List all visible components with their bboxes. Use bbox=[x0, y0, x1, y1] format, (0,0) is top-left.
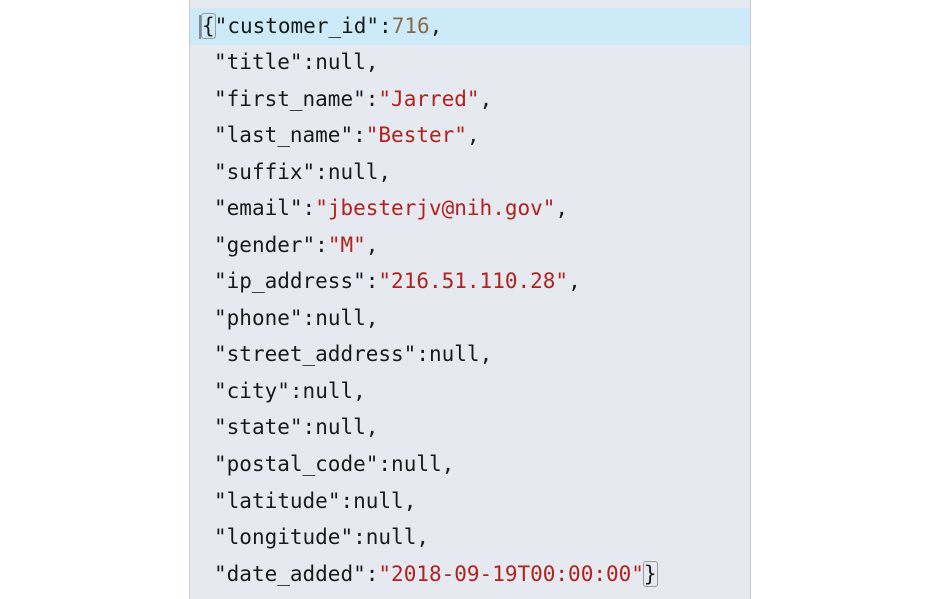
code-line[interactable]: "gender":"M", bbox=[190, 227, 750, 264]
code-line[interactable]: {"customer_id":716, bbox=[190, 8, 750, 45]
code-line[interactable]: "email":"jbesterjv@nih.gov", bbox=[190, 190, 750, 227]
json-key: "street_address" bbox=[214, 342, 417, 366]
code-line[interactable]: "state":null, bbox=[190, 409, 750, 446]
json-key: "city" bbox=[214, 379, 290, 403]
json-key: "email" bbox=[214, 196, 303, 220]
json-key: "first_name" bbox=[214, 87, 366, 111]
json-value: null bbox=[302, 379, 354, 403]
open-brace: { bbox=[201, 13, 216, 39]
json-key: "customer_id" bbox=[214, 14, 380, 38]
json-key: "suffix" bbox=[214, 160, 316, 184]
json-value: null bbox=[353, 489, 404, 513]
json-key: "date_added" bbox=[214, 562, 366, 586]
code-line[interactable]: "suffix":null, bbox=[190, 154, 750, 191]
code-line[interactable]: "date_added":"2018-09-19T00:00:00"} bbox=[190, 556, 750, 593]
json-editor[interactable]: {"customer_id":716, "title":null, "first… bbox=[189, 0, 751, 599]
code-line[interactable]: "city":null, bbox=[190, 373, 750, 410]
json-value: 716 bbox=[391, 14, 430, 38]
json-key: "latitude" bbox=[214, 489, 341, 513]
json-key: "last_name" bbox=[214, 123, 354, 147]
json-key: "phone" bbox=[214, 306, 303, 330]
text-cursor bbox=[199, 15, 201, 39]
json-value: null bbox=[428, 342, 480, 366]
code-line[interactable]: "latitude":null, bbox=[190, 483, 750, 520]
code-line[interactable]: "phone":null, bbox=[190, 300, 750, 337]
json-value: "2018-09-19T00:00:00" bbox=[378, 562, 644, 586]
code-line[interactable]: "last_name":"Bester", bbox=[190, 117, 750, 154]
json-value: null bbox=[365, 525, 417, 549]
json-value: "jbesterjv@nih.gov" bbox=[315, 196, 556, 220]
code-line[interactable]: "first_name":"Jarred", bbox=[190, 81, 750, 118]
json-value: null bbox=[315, 50, 366, 74]
json-value: "Jarred" bbox=[378, 87, 480, 111]
json-value: "216.51.110.28" bbox=[378, 269, 569, 293]
code-line[interactable]: "street_address":null, bbox=[190, 336, 750, 373]
code-line[interactable]: "title":null, bbox=[190, 44, 750, 81]
json-value: "M" bbox=[327, 233, 366, 257]
json-key: "ip_address" bbox=[214, 269, 366, 293]
json-value: null bbox=[391, 452, 442, 476]
close-brace: } bbox=[642, 561, 658, 587]
code-line[interactable]: "postal_code":null, bbox=[190, 446, 750, 483]
json-key: "state" bbox=[214, 415, 303, 439]
json-value: null bbox=[327, 160, 379, 184]
json-key: "longitude" bbox=[214, 525, 354, 549]
json-value: null bbox=[315, 415, 366, 439]
code-line[interactable]: "longitude":null, bbox=[190, 519, 750, 556]
code-line[interactable]: "ip_address":"216.51.110.28", bbox=[190, 263, 750, 300]
json-key: "postal_code" bbox=[214, 452, 379, 476]
json-value: "Bester" bbox=[365, 123, 467, 147]
json-key: "gender" bbox=[214, 233, 316, 257]
json-value: null bbox=[315, 306, 366, 330]
json-key: "title" bbox=[214, 50, 303, 74]
